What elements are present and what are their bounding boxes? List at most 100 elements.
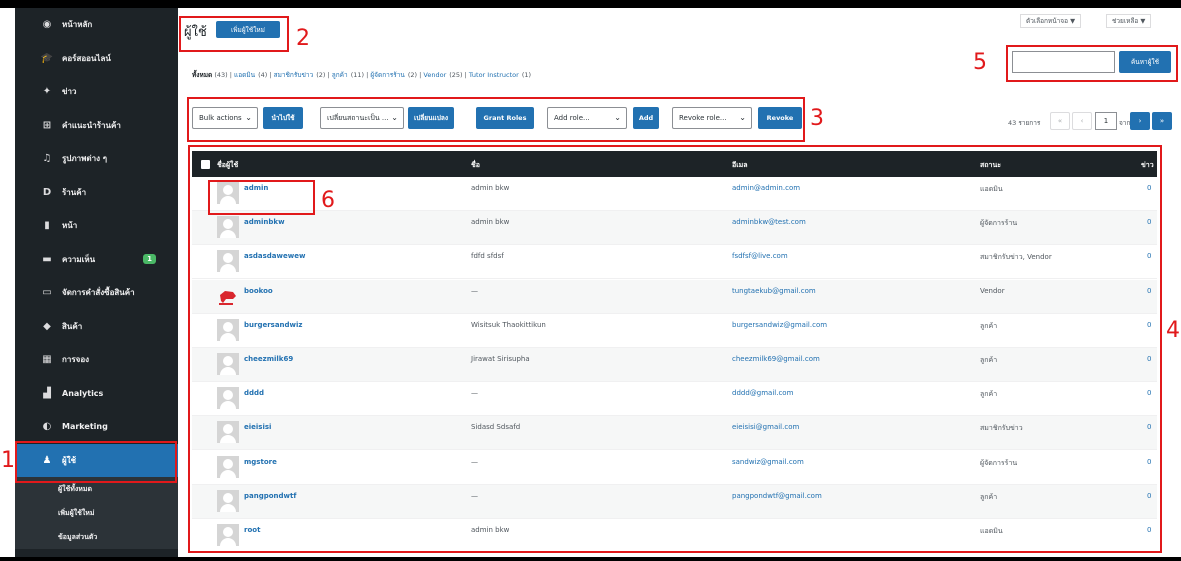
sidebar-item-10[interactable]: ▦ การจอง bbox=[15, 343, 178, 377]
add-role-select[interactable]: Add role... ⌄ bbox=[547, 107, 627, 129]
user-email-link[interactable]: burgersandwiz@gmail.com bbox=[732, 321, 827, 329]
user-name-link[interactable]: burgersandwiz bbox=[244, 321, 302, 329]
table-row: eieisisi Sidasd Sdsafd eieisisi@gmail.com ส… bbox=[192, 416, 1157, 451]
sidebar-item-4[interactable]: ♫ รูปภาพต่าง ๆ bbox=[15, 142, 178, 176]
user-name-link[interactable]: mgstore bbox=[244, 458, 277, 466]
avatar bbox=[217, 455, 239, 478]
user-full-name: — bbox=[471, 457, 478, 466]
grant-roles-button[interactable]: Grant Roles bbox=[476, 107, 534, 129]
user-email-link[interactable]: fsdfsf@live.com bbox=[732, 252, 788, 260]
sidebar-item-label: คอร์สออนไลน์ bbox=[62, 53, 111, 63]
user-name-link[interactable]: root bbox=[244, 526, 260, 534]
top-black-bar bbox=[0, 0, 1181, 8]
revoke-role-select[interactable]: Revoke role... ⌄ bbox=[672, 107, 752, 129]
user-name-link[interactable]: pangpondwtf bbox=[244, 492, 296, 500]
sidebar-item-12[interactable]: ◐ Marketing bbox=[15, 410, 178, 444]
user-posts-count[interactable]: 0 bbox=[1147, 218, 1151, 226]
user-name-link[interactable]: dddd bbox=[244, 389, 264, 397]
user-posts-count[interactable]: 0 bbox=[1147, 423, 1151, 431]
col-posts: ข่าว bbox=[1141, 161, 1154, 169]
filter-link[interactable]: ผู้จัดการร้าน bbox=[370, 71, 405, 79]
table-row: admin admin bkw admin@admin.com แอดมิน 0 bbox=[192, 177, 1157, 211]
sidebar-item-label: Marketing bbox=[62, 422, 108, 432]
user-email-link[interactable]: pangpondwtf@gmail.com bbox=[732, 492, 822, 500]
sidebar-item-1[interactable]: 🎓 คอร์สออนไลน์ bbox=[15, 42, 178, 76]
bulk-actions-select[interactable]: Bulk actions ⌄ bbox=[192, 107, 258, 129]
user-name-link[interactable]: bookoo bbox=[244, 287, 273, 295]
user-name-link[interactable]: cheezmilk69 bbox=[244, 355, 293, 363]
avatar bbox=[217, 182, 239, 204]
revoke-role-button[interactable]: Revoke bbox=[758, 107, 802, 129]
user-posts-count[interactable]: 0 bbox=[1147, 389, 1151, 397]
filter-link[interactable]: Vendor bbox=[423, 71, 446, 79]
col-username[interactable]: ชื่อผู้ใช้ bbox=[217, 160, 238, 171]
sidebar-item-8[interactable]: ▭ จัดการคำสั่งซื้อสินค้า bbox=[15, 276, 178, 310]
select-all-checkbox[interactable] bbox=[201, 160, 210, 169]
table-row: adminbkw admin bkw adminbkw@test.com ผู้จัด… bbox=[192, 211, 1157, 246]
user-posts-count[interactable]: 0 bbox=[1147, 184, 1151, 192]
sidebar-item-2[interactable]: ✦ ข่าว bbox=[15, 75, 178, 109]
d-logo-icon: D bbox=[42, 186, 52, 198]
sidebar-item-6[interactable]: ▮ หน้า bbox=[15, 209, 178, 243]
submenu-add-new-user[interactable]: เพิ่มผู้ใช้ใหม่ bbox=[15, 501, 178, 525]
avatar bbox=[217, 421, 239, 444]
submenu-all-users[interactable]: ผู้ใช้ทั้งหมด bbox=[15, 477, 178, 501]
user-email-link[interactable]: eieisisi@gmail.com bbox=[732, 423, 799, 431]
sidebar-item-label: ร้านค้า bbox=[62, 187, 87, 197]
filter-link[interactable]: แอดมิน bbox=[234, 71, 255, 79]
help-button[interactable]: ช่วยเหลือ ▼ bbox=[1106, 14, 1152, 28]
annotation-label-4: 4 bbox=[1166, 318, 1180, 343]
user-posts-count[interactable]: 0 bbox=[1147, 492, 1151, 500]
sidebar-item-9[interactable]: ◆ สินค้า bbox=[15, 310, 178, 344]
sidebar-item-0[interactable]: ◉ หน้าหลัก bbox=[15, 8, 178, 42]
search-users-button[interactable]: ค้นหาผู้ใช้ bbox=[1119, 51, 1171, 73]
add-new-user-button[interactable]: เพิ่มผู้ใช้ใหม่ bbox=[216, 21, 280, 38]
sidebar-item-label: ผู้ใช้ bbox=[62, 455, 77, 465]
filter-link[interactable]: ลูกค้า bbox=[332, 71, 348, 79]
user-email-link[interactable]: adminbkw@test.com bbox=[732, 218, 806, 226]
sidebar-item-11[interactable]: ▟ Analytics bbox=[15, 377, 178, 411]
user-posts-count[interactable]: 0 bbox=[1147, 458, 1151, 466]
user-full-name: — bbox=[471, 389, 478, 398]
apply-button[interactable]: นำไปใช้ bbox=[263, 107, 303, 129]
user-name-link[interactable]: admin bbox=[244, 184, 268, 192]
sidebar-item-7[interactable]: ▬ ความเห็น 1 bbox=[15, 243, 178, 277]
change-role-button[interactable]: เปลี่ยนแปลง bbox=[408, 107, 454, 129]
user-email-link[interactable]: tungtaekub@gmail.com bbox=[732, 287, 816, 295]
submenu-profile[interactable]: ข้อมูลส่วนตัว bbox=[15, 525, 178, 549]
current-page-input[interactable]: 1 bbox=[1095, 112, 1117, 130]
screen-options-button[interactable]: ตัวเลือกหน้าจอ ▼ bbox=[1020, 14, 1082, 28]
user-posts-count[interactable]: 0 bbox=[1147, 526, 1151, 534]
sidebar-item-13[interactable]: ♟ ผู้ใช้ bbox=[15, 443, 178, 477]
col-name[interactable]: ชื่อ bbox=[471, 160, 480, 171]
user-posts-count[interactable]: 0 bbox=[1147, 321, 1151, 329]
chevron-down-icon: ⌄ bbox=[739, 113, 746, 122]
filter-link[interactable]: Tutor Instructor bbox=[469, 71, 519, 79]
user-email-link[interactable]: cheezmilk69@gmail.com bbox=[732, 355, 820, 363]
user-name-link[interactable]: adminbkw bbox=[244, 218, 285, 226]
annotation-label-5: 5 bbox=[973, 50, 987, 75]
last-page-button[interactable]: » bbox=[1152, 112, 1172, 130]
user-posts-count[interactable]: 0 bbox=[1147, 355, 1151, 363]
user-name-link[interactable]: asdasdawewew bbox=[244, 252, 305, 260]
sidebar-item-5[interactable]: D ร้านค้า bbox=[15, 176, 178, 210]
sidebar-item-label: หน้า bbox=[62, 221, 78, 231]
user-search-input[interactable] bbox=[1012, 51, 1115, 73]
user-full-name: admin bkw bbox=[471, 218, 510, 227]
next-page-button[interactable]: › bbox=[1130, 112, 1150, 130]
filter-all[interactable]: ทั้งหมด bbox=[192, 71, 212, 79]
add-role-button[interactable]: Add bbox=[633, 107, 659, 129]
user-name-link[interactable]: eieisisi bbox=[244, 423, 271, 431]
user-email-link[interactable]: dddd@gmail.com bbox=[732, 389, 793, 397]
filter-link[interactable]: สมาชิกรับข่าว bbox=[274, 71, 314, 79]
change-role-select[interactable]: เปลี่ยนสถานะเป็น ... ⌄ bbox=[320, 107, 404, 129]
avatar bbox=[217, 524, 239, 546]
user-email-link[interactable]: admin@admin.com bbox=[732, 184, 800, 192]
avatar bbox=[217, 489, 239, 512]
col-email[interactable]: อีเมล bbox=[732, 160, 748, 171]
user-posts-count[interactable]: 0 bbox=[1147, 287, 1151, 295]
sidebar-item-3[interactable]: ⊞ คำแนะนำร้านค้า bbox=[15, 109, 178, 143]
user-email-link[interactable]: sandwiz@gmail.com bbox=[732, 458, 804, 466]
user-posts-count[interactable]: 0 bbox=[1147, 252, 1151, 260]
filter-count: (11) bbox=[350, 71, 365, 79]
